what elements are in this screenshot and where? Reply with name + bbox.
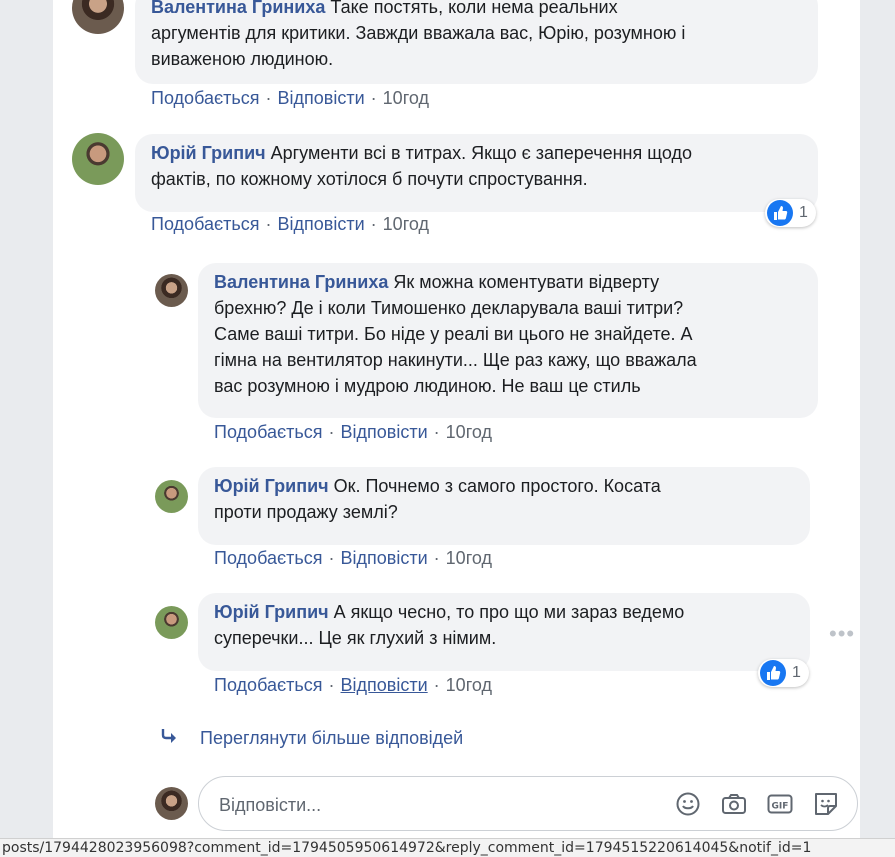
separator: · [328, 675, 335, 695]
view-more-replies-label: Переглянути більше відповідей [200, 728, 464, 748]
reply-link[interactable]: Відповісти [278, 214, 365, 234]
like-link[interactable]: Подобається [151, 88, 260, 108]
separator: · [370, 214, 377, 234]
current-user-avatar[interactable] [155, 787, 188, 820]
timestamp[interactable]: 10год [383, 88, 429, 108]
separator: · [433, 422, 440, 442]
reply-link[interactable]: Відповісти [341, 422, 428, 442]
camera-icon[interactable] [721, 791, 747, 817]
reply-link[interactable]: Відповісти [341, 548, 428, 568]
comment-actions: Подобається · Відповісти · 10год [214, 548, 492, 569]
reply-input[interactable] [217, 790, 641, 820]
gif-icon[interactable]: GIF [767, 791, 793, 817]
reaction-counter[interactable]: 1 [765, 199, 816, 227]
separator: · [328, 422, 335, 442]
reply-bubble: Юрій Грипич А якщо чесно, то про що ми за… [198, 593, 810, 671]
timestamp[interactable]: 10год [446, 422, 492, 442]
comment-author[interactable]: Юрій Грипич [151, 143, 266, 163]
browser-status-url: posts/1794428023956098?comment_id=179450… [0, 838, 895, 857]
reply-link[interactable]: Відповісти [278, 88, 365, 108]
like-icon [767, 200, 793, 226]
svg-text:GIF: GIF [772, 802, 789, 812]
like-link[interactable]: Подобається [214, 548, 323, 568]
reaction-counter[interactable]: 1 [758, 659, 809, 687]
reply-link[interactable]: Відповісти [341, 675, 428, 695]
comment-actions: Подобається · Відповісти · 10год [214, 675, 492, 696]
timestamp[interactable]: 10год [446, 675, 492, 695]
comment-author[interactable]: Валентина Гриниха [214, 272, 388, 292]
comment-bubble: Валентина Гриниха Таке постять, коли нема… [135, 0, 818, 84]
reaction-count: 1 [792, 664, 801, 681]
comment-actions: Подобається · Відповісти · 10год [151, 88, 429, 109]
separator: · [328, 548, 335, 568]
like-icon [760, 660, 786, 686]
avatar-yurii[interactable] [155, 606, 188, 639]
separator: · [265, 214, 272, 234]
avatar-yurii[interactable] [155, 480, 188, 513]
like-link[interactable]: Подобається [151, 214, 260, 234]
timestamp[interactable]: 10год [383, 214, 429, 234]
comment-bubble: Юрій Грипич Аргументи всі в титрах. Якщо … [135, 134, 818, 212]
avatar-yurii[interactable] [72, 133, 124, 185]
reply-arrow-icon [160, 727, 182, 750]
like-link[interactable]: Подобається [214, 422, 323, 442]
timestamp[interactable]: 10год [446, 548, 492, 568]
separator: · [265, 88, 272, 108]
comment-actions: Подобається · Відповісти · 10год [151, 214, 429, 235]
view-more-replies[interactable]: Переглянути більше відповідей [160, 727, 463, 750]
reaction-count: 1 [799, 204, 808, 221]
separator: · [433, 548, 440, 568]
reply-bubble: Валентина Гриниха Як можна коментувати ві… [198, 263, 818, 418]
reply-composer[interactable]: GIF [198, 776, 858, 831]
comment-author[interactable]: Юрій Грипич [214, 602, 329, 622]
more-options-icon[interactable]: ••• [829, 621, 855, 647]
emoji-icon[interactable] [675, 791, 701, 817]
reply-bubble: Юрій Грипич Ок. Почнемо з самого простого… [198, 467, 810, 545]
comment-author[interactable]: Юрій Грипич [214, 476, 329, 496]
separator: · [433, 675, 440, 695]
like-link[interactable]: Подобається [214, 675, 323, 695]
comment-actions: Подобається · Відповісти · 10год [214, 422, 492, 443]
separator: · [370, 88, 377, 108]
comment-author[interactable]: Валентина Гриниха [151, 0, 325, 17]
comments-panel [53, 0, 860, 838]
avatar-valentyna[interactable] [155, 274, 188, 307]
sticker-icon[interactable] [813, 791, 839, 817]
